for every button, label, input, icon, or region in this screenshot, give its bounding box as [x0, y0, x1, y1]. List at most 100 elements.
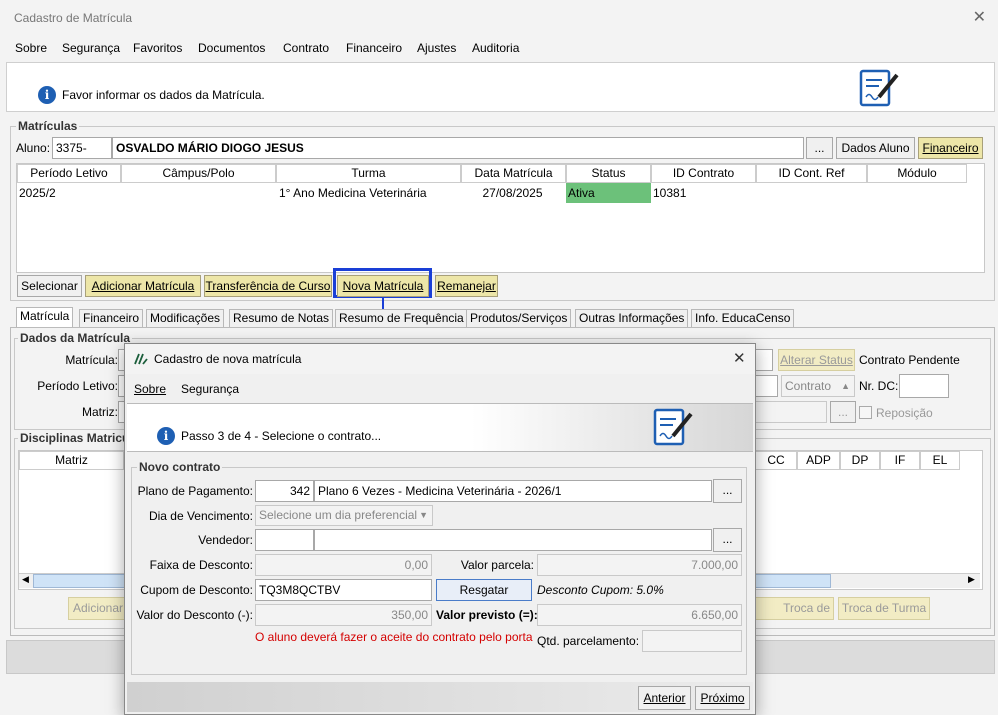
adicionar-matricula-button[interactable]: Adicionar Matrícula: [85, 275, 201, 297]
info-icon: i: [38, 86, 56, 104]
col-cc[interactable]: CC: [755, 451, 797, 470]
plano-name-field[interactable]: Plano 6 Vezes - Medicina Veterinária - 2…: [314, 480, 712, 502]
col-id-contrato[interactable]: ID Contrato: [651, 164, 756, 183]
contrato-select[interactable]: Contrato ▲: [781, 375, 855, 397]
col-turma[interactable]: Turma: [276, 164, 461, 183]
app-logo-icon: [134, 353, 148, 365]
plano-code-field[interactable]: 342: [255, 480, 314, 502]
menu-ajustes[interactable]: Ajustes: [417, 41, 456, 55]
aluno-search-button[interactable]: ...: [806, 137, 833, 159]
scrollbar-thumb-right: [755, 574, 831, 588]
matricula-label: Matrícula:: [65, 353, 118, 367]
col-dp[interactable]: DP: [840, 451, 880, 470]
col-el[interactable]: EL: [920, 451, 960, 470]
tab-resumo-frequencia[interactable]: Resumo de Frequência: [335, 309, 468, 327]
resgatar-button[interactable]: Resgatar: [436, 579, 532, 601]
col-modulo[interactable]: Módulo: [867, 164, 967, 183]
valor-desconto-field: 350,00: [255, 604, 432, 626]
nr-dc-field[interactable]: [899, 374, 949, 398]
chevron-up-icon: ▲: [841, 381, 850, 391]
close-icon[interactable]: ✕: [973, 7, 986, 27]
matriz-name-field[interactable]: [752, 401, 827, 423]
scrollbar-thumb[interactable]: [33, 574, 130, 588]
info-panel: i Favor informar os dados da Matrícula.: [6, 62, 995, 112]
tab-info-educacenso[interactable]: Info. EducaCenso: [691, 309, 795, 327]
menu-bar: Sobre Segurança Favoritos Documentos Con…: [6, 38, 996, 60]
col-matriz[interactable]: Matriz: [19, 451, 124, 470]
menu-documentos[interactable]: Documentos: [198, 41, 265, 55]
remanejar-button[interactable]: Remanejar: [435, 275, 498, 297]
cell-status: Ativa: [566, 183, 651, 203]
col-campus[interactable]: Câmpus/Polo: [121, 164, 276, 183]
tab-financeiro[interactable]: Financeiro: [79, 309, 144, 327]
dialog-menu-sobre[interactable]: Sobre: [134, 382, 166, 396]
info-message: Favor informar os dados da Matrícula.: [62, 88, 265, 102]
aluno-name-field[interactable]: OSVALDO MÁRIO DIOGO JESUS: [112, 137, 804, 159]
cell-id-contrato: 10381: [653, 186, 687, 200]
qtd-parcelamento-label: Qtd. parcelamento:: [537, 634, 640, 648]
col-data[interactable]: Data Matrícula: [461, 164, 566, 183]
contrato-pendente-label: Contrato Pendente: [859, 353, 960, 367]
cupom-field[interactable]: TQ3M8QCTBV: [255, 579, 432, 601]
anterior-button[interactable]: Anterior: [638, 686, 691, 710]
troca-turma-button-1[interactable]: Troca de Turma: [752, 597, 834, 620]
document-edit-icon: [859, 69, 899, 107]
dialog-menu-seguranca[interactable]: Segurança: [181, 382, 239, 396]
col-periodo[interactable]: Período Letivo: [17, 164, 121, 183]
plano-label: Plano de Pagamento:: [137, 484, 253, 498]
tab-modificacoes[interactable]: Modificações: [146, 309, 225, 327]
nr-dc-label: Nr. DC:: [859, 379, 899, 393]
matriculas-group-label: Matrículas: [16, 119, 80, 133]
col-if[interactable]: IF: [880, 451, 920, 470]
aluno-label: Aluno:: [16, 141, 51, 155]
scroll-left-icon[interactable]: ◀: [22, 574, 29, 585]
chevron-down-icon: ▼: [419, 510, 428, 520]
vencimento-select[interactable]: Selecione um dia preferencial ▼: [255, 505, 433, 526]
cell-periodo: 2025/2: [19, 186, 56, 200]
menu-sobre[interactable]: Sobre: [15, 41, 47, 55]
menu-financeiro[interactable]: Financeiro: [346, 41, 402, 55]
vendedor-code-field[interactable]: [255, 529, 314, 551]
cupom-label: Cupom de Desconto:: [140, 583, 253, 597]
dialog-close-icon[interactable]: ✕: [733, 349, 746, 367]
tab-resumo-notas[interactable]: Resumo de Notas: [229, 309, 334, 327]
tab-outras-informacoes[interactable]: Outras Informações: [575, 309, 689, 327]
periodo-label: Período Letivo:: [37, 379, 118, 393]
valor-parcela-field: 7.000,00: [537, 554, 742, 576]
col-status[interactable]: Status: [566, 164, 651, 183]
alterar-status-button[interactable]: Alterar Status: [778, 349, 855, 371]
col-adp[interactable]: ADP: [797, 451, 840, 470]
financeiro-button[interactable]: Financeiro: [918, 137, 983, 159]
tab-matricula[interactable]: Matrícula: [16, 307, 74, 328]
menu-favoritos[interactable]: Favoritos: [133, 41, 182, 55]
matriz-search-button[interactable]: ...: [830, 401, 856, 423]
window-title: Cadastro de Matrícula: [14, 11, 133, 25]
dados-aluno-button[interactable]: Dados Aluno: [836, 137, 915, 159]
aluno-code-field[interactable]: 3375-2022: [52, 137, 112, 175]
vendedor-name-field[interactable]: [314, 529, 712, 551]
adicionar-disciplina-button[interactable]: Adicionar: [68, 597, 128, 620]
menu-seguranca[interactable]: Segurança: [62, 41, 120, 55]
col-id-ref[interactable]: ID Cont. Ref: [756, 164, 867, 183]
table-row[interactable]: 2025/2 1° Ano Medicina Veterinária 27/08…: [17, 183, 983, 204]
menu-contrato[interactable]: Contrato: [283, 41, 329, 55]
aviso-text: O aluno deverá fazer o aceite do contrat…: [255, 630, 533, 644]
vendedor-search-button[interactable]: ...: [713, 528, 742, 552]
step-text: Passo 3 de 4 - Selecione o contrato...: [181, 429, 382, 443]
matriz-label: Matriz:: [82, 405, 118, 419]
selecionar-button[interactable]: Selecionar: [17, 275, 82, 297]
title-bar: [0, 0, 998, 36]
menu-auditoria[interactable]: Auditoria: [472, 41, 519, 55]
valor-previsto-field: 6.650,00: [537, 604, 742, 626]
proximo-button[interactable]: Próximo: [695, 686, 750, 710]
scroll-right-icon[interactable]: ▶: [968, 574, 975, 585]
plano-search-button[interactable]: ...: [713, 479, 742, 503]
nova-matricula-button[interactable]: Nova Matrícula: [337, 275, 429, 297]
faixa-label: Faixa de Desconto:: [149, 558, 253, 572]
tab-produtos-servicos[interactable]: Produtos/Serviços: [466, 309, 572, 327]
reposicao-checkbox[interactable]: [859, 406, 872, 419]
valor-parcela-label: Valor parcela:: [460, 558, 534, 572]
transferencia-curso-button[interactable]: Transferência de Curso: [204, 275, 332, 297]
valor-desconto-label: Valor do Desconto (-):: [136, 608, 254, 622]
troca-turma-button-2[interactable]: Troca de Turma: [838, 597, 930, 620]
